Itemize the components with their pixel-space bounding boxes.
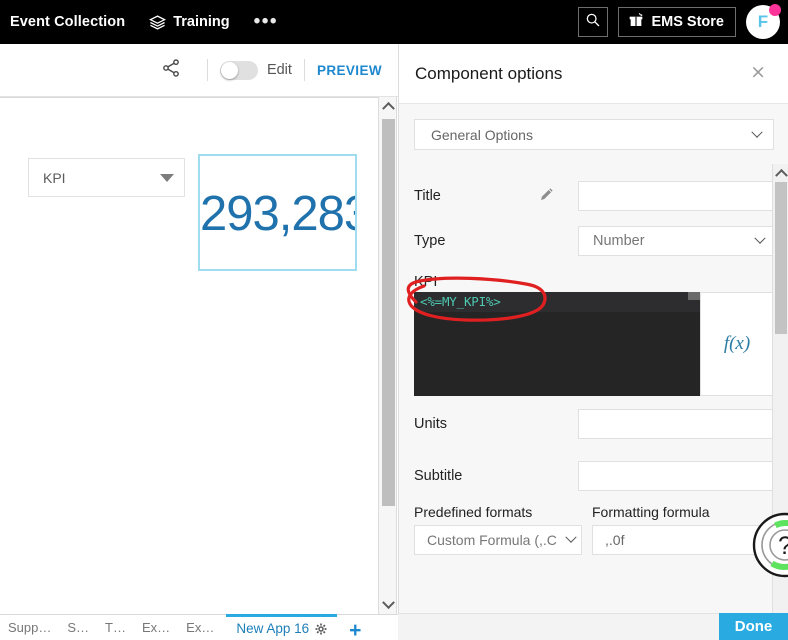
component-type-value: KPI: [43, 169, 66, 186]
field-row-subtitle: Subtitle: [414, 461, 774, 491]
type-value: Number: [593, 233, 645, 249]
predefined-formats-select[interactable]: Custom Formula (,.C: [414, 525, 582, 555]
dashboard-canvas: KPI 293,283: [0, 97, 380, 614]
toolbar-divider-1: [206, 59, 208, 81]
kpi-widget[interactable]: 293,283: [198, 154, 357, 271]
canvas-scrollbar-thumb[interactable]: [382, 119, 395, 506]
edit-mode-toggle[interactable]: [219, 60, 258, 80]
gear-icon[interactable]: [315, 623, 327, 635]
toolbar-divider-2: [303, 59, 305, 81]
kpi-field-label: KPI: [414, 274, 438, 290]
brand-title[interactable]: Event Collection: [10, 14, 125, 30]
done-button[interactable]: Done: [719, 613, 788, 640]
sheet-tab-3[interactable]: Ex…: [134, 614, 178, 640]
edit-toggle-label: Edit: [266, 62, 292, 78]
general-options-select[interactable]: General Options: [414, 119, 774, 150]
ems-store-button[interactable]: EMS Store: [618, 7, 736, 37]
overflow-menu-icon[interactable]: •••: [254, 12, 278, 31]
sheet-tab-2[interactable]: T…: [97, 614, 134, 640]
panel-header: Component options ×: [399, 44, 788, 104]
scroll-down-icon[interactable]: [379, 596, 398, 614]
predefined-formats-value: Custom Formula (,.C: [427, 532, 557, 548]
sheet-tab-active-new-app-16[interactable]: New App 16: [226, 614, 338, 640]
kpi-code-text: <%=MY_KPI%>: [420, 294, 501, 309]
user-avatar-button[interactable]: F: [746, 4, 781, 39]
component-type-select[interactable]: KPI: [28, 158, 185, 197]
search-icon: [585, 12, 601, 33]
scroll-up-icon[interactable]: [773, 164, 788, 182]
sheet-tab-0[interactable]: Supp…: [0, 614, 59, 640]
nav-item-training-label: Training: [173, 14, 230, 30]
search-button[interactable]: [578, 7, 609, 37]
fx-icon: f(x): [723, 333, 751, 354]
type-select[interactable]: Number: [578, 226, 774, 256]
title-label: Title: [414, 188, 441, 204]
scroll-up-icon[interactable]: [379, 97, 398, 115]
component-options-panel: Component options × General Options Titl…: [398, 44, 788, 615]
units-input[interactable]: [578, 409, 774, 439]
subtitle-input[interactable]: [578, 461, 774, 491]
top-navigation-bar: Event Collection Training ••• EMS Store …: [0, 0, 788, 44]
pencil-icon[interactable]: [539, 186, 555, 207]
preview-button[interactable]: PREVIEW: [317, 63, 382, 78]
topbar-right-group: EMS Store F: [578, 0, 781, 44]
formatting-formula-group: Formatting formula ,.0f: [592, 504, 774, 555]
code-editor-scroll-indicator[interactable]: [688, 292, 700, 300]
chevron-down-icon: [160, 173, 174, 182]
units-label: Units: [414, 416, 448, 432]
add-sheet-button[interactable]: +: [349, 620, 361, 640]
chevron-down-icon: [754, 232, 766, 244]
field-row-title: Title: [414, 181, 774, 211]
layers-stack-icon: [149, 14, 167, 31]
canvas-scrollbar[interactable]: [378, 97, 397, 614]
title-input[interactable]: [578, 181, 774, 211]
formula-function-button[interactable]: f(x): [700, 292, 774, 396]
nav-item-training[interactable]: Training: [149, 14, 230, 31]
sheet-tab-active-label: New App 16: [236, 621, 310, 636]
formatting-formula-value: ,.0f: [605, 532, 625, 548]
app-root: Event Collection Training ••• EMS Store …: [0, 0, 788, 640]
predefined-formats-label: Predefined formats: [414, 504, 533, 520]
help-widget-button[interactable]: ?: [752, 512, 788, 578]
toggle-knob: [220, 61, 238, 79]
notification-dot: [769, 4, 781, 16]
ems-store-label: EMS Store: [651, 14, 724, 30]
close-icon[interactable]: ×: [750, 63, 766, 82]
gift-icon: [628, 12, 644, 32]
subtitle-label: Subtitle: [414, 468, 463, 484]
predefined-formats-group: Predefined formats Custom Formula (,.C: [414, 504, 582, 555]
field-row-type: Type Number: [414, 226, 774, 256]
field-row-units: Units: [414, 409, 774, 439]
kpi-value: 293,283: [200, 187, 357, 241]
sheet-tab-1[interactable]: S…: [59, 614, 97, 640]
kpi-code-editor[interactable]: <%=MY_KPI%>: [414, 292, 700, 396]
share-icon[interactable]: [161, 58, 181, 83]
sheet-tab-4[interactable]: Ex…: [178, 614, 222, 640]
chevron-down-icon: [565, 531, 577, 543]
formatting-formula-input[interactable]: ,.0f: [592, 525, 774, 555]
chevron-down-icon: [751, 126, 763, 138]
general-options-value: General Options: [431, 126, 533, 143]
type-label: Type: [414, 233, 446, 249]
panel-title: Component options: [415, 63, 563, 83]
editor-toolbar: Edit PREVIEW: [0, 44, 400, 97]
sheet-tab-bar: Supp… S… T… Ex… Ex… New App 16 +: [0, 614, 398, 640]
panel-body: General Options Title Type Number KPI <%…: [399, 104, 788, 615]
help-icon: ?: [778, 532, 788, 560]
panel-scrollbar-thumb[interactable]: [775, 182, 787, 334]
formatting-formula-label: Formatting formula: [592, 504, 710, 520]
topbar-left-group: Event Collection Training •••: [0, 12, 278, 31]
